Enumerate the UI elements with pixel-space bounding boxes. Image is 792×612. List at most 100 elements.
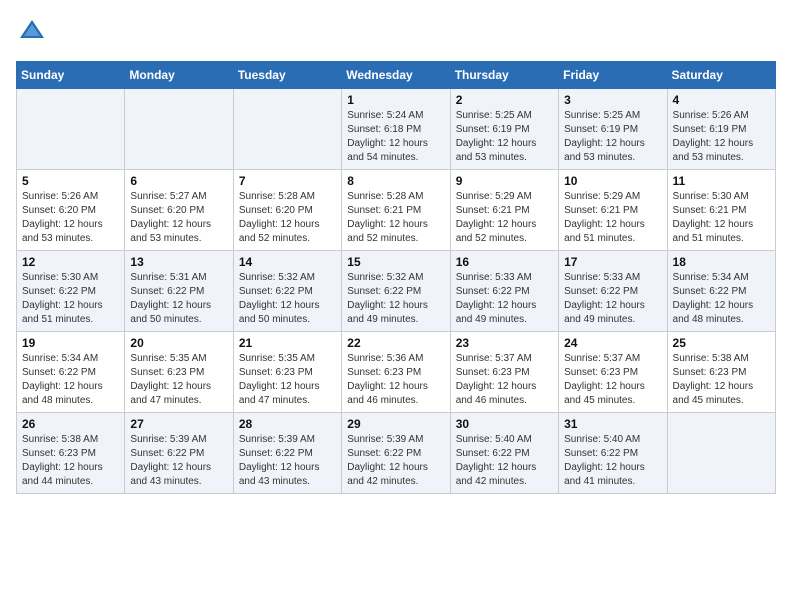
day-number: 19 (22, 336, 119, 350)
day-number: 9 (456, 174, 553, 188)
calendar-cell: 17 Sunrise: 5:33 AMSunset: 6:22 PMDayligh… (559, 251, 667, 332)
day-info: Sunrise: 5:27 AMSunset: 6:20 PMDaylight:… (130, 190, 227, 246)
calendar-cell: 14 Sunrise: 5:32 AMSunset: 6:22 PMDayligh… (233, 251, 341, 332)
day-info: Sunrise: 5:35 AMSunset: 6:23 PMDaylight:… (130, 352, 227, 408)
calendar-cell: 6 Sunrise: 5:27 AMSunset: 6:20 PMDaylight… (125, 170, 233, 251)
week-row: 19 Sunrise: 5:34 AMSunset: 6:22 PMDayligh… (17, 332, 776, 413)
day-info: Sunrise: 5:33 AMSunset: 6:22 PMDaylight:… (564, 271, 661, 327)
day-info: Sunrise: 5:32 AMSunset: 6:22 PMDaylight:… (239, 271, 336, 327)
calendar-cell: 21Sunrise: 5:35 AMSunset: 6:23 PMDayligh… (233, 332, 341, 413)
weekday-row: SundayMondayTuesdayWednesdayThursdayFrid… (17, 62, 776, 89)
day-number: 6 (130, 174, 227, 188)
day-number: 12 (22, 255, 119, 269)
calendar-cell: 5 Sunrise: 5:26 AMSunset: 6:20 PMDaylight… (17, 170, 125, 251)
day-info: Sunrise: 5:25 AMSunset: 6:19 PMDaylight:… (564, 109, 661, 165)
calendar-cell: 30 Sunrise: 5:40 AMSunset: 6:22 PMDayligh… (450, 413, 558, 494)
day-number: 25 (673, 336, 770, 350)
day-number: 5 (22, 174, 119, 188)
day-info: Sunrise: 5:34 AMSunset: 6:22 PMDaylight:… (22, 352, 119, 408)
day-number: 1 (347, 93, 444, 107)
day-number: 23 (456, 336, 553, 350)
day-number: 28 (239, 417, 336, 431)
day-number: 13 (130, 255, 227, 269)
day-number: 14 (239, 255, 336, 269)
day-info: Sunrise: 5:37 AMSunset: 6:23 PMDaylight:… (456, 352, 553, 408)
day-number: 8 (347, 174, 444, 188)
day-info: Sunrise: 5:28 AMSunset: 6:21 PMDaylight:… (347, 190, 444, 246)
weekday-header-sunday: Sunday (17, 62, 125, 89)
day-number: 31 (564, 417, 661, 431)
week-row: 26 Sunrise: 5:38 AMSunset: 6:23 PMDayligh… (17, 413, 776, 494)
day-info: Sunrise: 5:30 AMSunset: 6:22 PMDaylight:… (22, 271, 119, 327)
day-info: Sunrise: 5:34 AMSunset: 6:22 PMDaylight:… (673, 271, 770, 327)
day-info: Sunrise: 5:39 AMSunset: 6:22 PMDaylight:… (130, 433, 227, 489)
calendar-cell: 23 Sunrise: 5:37 AMSunset: 6:23 PMDayligh… (450, 332, 558, 413)
calendar-cell: 1 Sunrise: 5:24 AMSunset: 6:18 PMDaylight… (342, 89, 450, 170)
calendar-cell: 3Sunrise: 5:25 AMSunset: 6:19 PMDaylight… (559, 89, 667, 170)
calendar-cell: 31 Sunrise: 5:40 AMSunset: 6:22 PMDayligh… (559, 413, 667, 494)
day-info: Sunrise: 5:39 AMSunset: 6:22 PMDaylight:… (239, 433, 336, 489)
day-number: 29 (347, 417, 444, 431)
day-info: Sunrise: 5:40 AMSunset: 6:22 PMDaylight:… (564, 433, 661, 489)
day-info: Sunrise: 5:36 AMSunset: 6:23 PMDaylight:… (347, 352, 444, 408)
day-info: Sunrise: 5:29 AMSunset: 6:21 PMDaylight:… (564, 190, 661, 246)
logo (16, 16, 46, 49)
calendar-cell: 16 Sunrise: 5:33 AMSunset: 6:22 PMDayligh… (450, 251, 558, 332)
calendar-cell: 18Sunrise: 5:34 AMSunset: 6:22 PMDayligh… (667, 251, 775, 332)
week-row: 5 Sunrise: 5:26 AMSunset: 6:20 PMDaylight… (17, 170, 776, 251)
calendar-cell: 10 Sunrise: 5:29 AMSunset: 6:21 PMDayligh… (559, 170, 667, 251)
day-number: 2 (456, 93, 553, 107)
calendar-header: SundayMondayTuesdayWednesdayThursdayFrid… (17, 62, 776, 89)
calendar-cell: 9Sunrise: 5:29 AMSunset: 6:21 PMDaylight… (450, 170, 558, 251)
day-info: Sunrise: 5:40 AMSunset: 6:22 PMDaylight:… (456, 433, 553, 489)
day-number: 30 (456, 417, 553, 431)
calendar-table: SundayMondayTuesdayWednesdayThursdayFrid… (16, 61, 776, 494)
day-number: 22 (347, 336, 444, 350)
calendar-cell: 28 Sunrise: 5:39 AMSunset: 6:22 PMDayligh… (233, 413, 341, 494)
logo-icon (18, 16, 46, 44)
calendar-cell: 22 Sunrise: 5:36 AMSunset: 6:23 PMDayligh… (342, 332, 450, 413)
day-info: Sunrise: 5:39 AMSunset: 6:22 PMDaylight:… (347, 433, 444, 489)
calendar-cell: 7 Sunrise: 5:28 AMSunset: 6:20 PMDaylight… (233, 170, 341, 251)
day-info: Sunrise: 5:28 AMSunset: 6:20 PMDaylight:… (239, 190, 336, 246)
calendar-cell (667, 413, 775, 494)
day-number: 27 (130, 417, 227, 431)
weekday-header-wednesday: Wednesday (342, 62, 450, 89)
day-number: 24 (564, 336, 661, 350)
day-number: 10 (564, 174, 661, 188)
calendar-cell: 11 Sunrise: 5:30 AMSunset: 6:21 PMDayligh… (667, 170, 775, 251)
weekday-header-saturday: Saturday (667, 62, 775, 89)
day-number: 16 (456, 255, 553, 269)
week-row: 1 Sunrise: 5:24 AMSunset: 6:18 PMDaylight… (17, 89, 776, 170)
day-number: 7 (239, 174, 336, 188)
day-number: 17 (564, 255, 661, 269)
calendar-cell: 13Sunrise: 5:31 AMSunset: 6:22 PMDayligh… (125, 251, 233, 332)
weekday-header-thursday: Thursday (450, 62, 558, 89)
calendar-cell: 26 Sunrise: 5:38 AMSunset: 6:23 PMDayligh… (17, 413, 125, 494)
calendar-cell: 29 Sunrise: 5:39 AMSunset: 6:22 PMDayligh… (342, 413, 450, 494)
day-info: Sunrise: 5:30 AMSunset: 6:21 PMDaylight:… (673, 190, 770, 246)
weekday-header-monday: Monday (125, 62, 233, 89)
day-number: 26 (22, 417, 119, 431)
day-info: Sunrise: 5:25 AMSunset: 6:19 PMDaylight:… (456, 109, 553, 165)
calendar-cell: 25Sunrise: 5:38 AMSunset: 6:23 PMDayligh… (667, 332, 775, 413)
day-number: 11 (673, 174, 770, 188)
day-info: Sunrise: 5:33 AMSunset: 6:22 PMDaylight:… (456, 271, 553, 327)
calendar-cell (17, 89, 125, 170)
calendar-cell: 8 Sunrise: 5:28 AMSunset: 6:21 PMDaylight… (342, 170, 450, 251)
calendar-cell: 4Sunrise: 5:26 AMSunset: 6:19 PMDaylight… (667, 89, 775, 170)
day-info: Sunrise: 5:26 AMSunset: 6:20 PMDaylight:… (22, 190, 119, 246)
calendar-cell: 20Sunrise: 5:35 AMSunset: 6:23 PMDayligh… (125, 332, 233, 413)
page-header (16, 16, 776, 49)
day-info: Sunrise: 5:24 AMSunset: 6:18 PMDaylight:… (347, 109, 444, 165)
day-info: Sunrise: 5:37 AMSunset: 6:23 PMDaylight:… (564, 352, 661, 408)
calendar-cell: 24 Sunrise: 5:37 AMSunset: 6:23 PMDayligh… (559, 332, 667, 413)
day-number: 15 (347, 255, 444, 269)
weekday-header-tuesday: Tuesday (233, 62, 341, 89)
calendar-cell: 2 Sunrise: 5:25 AMSunset: 6:19 PMDaylight… (450, 89, 558, 170)
day-info: Sunrise: 5:38 AMSunset: 6:23 PMDaylight:… (22, 433, 119, 489)
weekday-header-friday: Friday (559, 62, 667, 89)
calendar-cell: 15Sunrise: 5:32 AMSunset: 6:22 PMDayligh… (342, 251, 450, 332)
calendar-cell (125, 89, 233, 170)
calendar-cell: 27 Sunrise: 5:39 AMSunset: 6:22 PMDayligh… (125, 413, 233, 494)
